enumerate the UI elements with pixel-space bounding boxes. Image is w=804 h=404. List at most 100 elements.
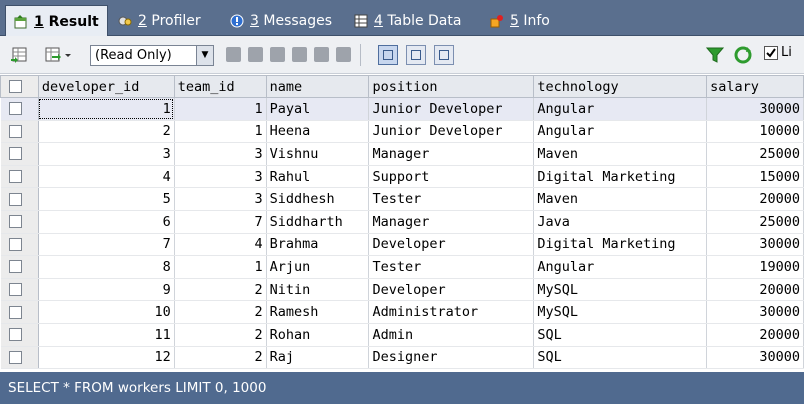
row-checkbox[interactable] [8,237,22,251]
table-cell[interactable]: 25000 [706,142,804,166]
refresh-icon[interactable] [734,46,752,64]
row-checkbox[interactable] [8,283,22,297]
table-row[interactable]: 12 2 Raj Designer SQL 30000 [0,346,804,370]
table-cell[interactable]: 7 [38,233,175,257]
table-cell[interactable]: 3 [174,187,267,211]
table-cell[interactable]: 5 [38,187,175,211]
table-cell[interactable]: Heena [266,120,370,144]
table-cell[interactable]: 25000 [706,210,804,234]
table-cell[interactable]: 20000 [706,187,804,211]
table-cell[interactable]: 4 [174,233,267,257]
select-all-checkbox[interactable] [9,80,22,93]
form-view-button[interactable] [406,45,426,65]
table-cell[interactable]: Rahul [266,165,370,189]
table-cell[interactable]: MySQL [533,278,708,302]
column-header[interactable]: team_id [173,75,267,98]
table-cell[interactable]: SQL [533,346,708,370]
table-cell[interactable]: Maven [533,142,708,166]
row-checkbox[interactable] [8,260,22,274]
row-select-cell[interactable] [0,142,39,166]
table-cell[interactable]: Manager [368,142,535,166]
table-cell[interactable]: 2 [174,346,267,370]
grid-mode-select[interactable]: (Read Only) ▼ [90,45,214,66]
table-cell[interactable]: Brahma [266,233,370,257]
table-cell[interactable]: Support [368,165,535,189]
row-select-cell[interactable] [0,120,39,144]
row-select-cell[interactable] [0,165,39,189]
table-row[interactable]: 9 2 Nitin Developer MySQL 20000 [0,278,804,302]
table-row[interactable]: 1 1 Payal Junior Developer Angular 30000 [0,97,804,121]
table-cell[interactable]: 30000 [706,97,804,121]
row-select-cell[interactable] [0,255,39,279]
table-cell[interactable]: Tester [368,187,535,211]
table-cell[interactable]: 20000 [706,278,804,302]
row-checkbox[interactable] [8,192,22,206]
insert-row-icon[interactable] [226,47,241,62]
table-cell[interactable]: Junior Developer [368,97,535,121]
column-header[interactable]: name [265,75,370,98]
table-cell[interactable]: 10000 [706,120,804,144]
row-select-cell[interactable] [0,233,39,257]
table-cell[interactable]: 15000 [706,165,804,189]
tab-messages[interactable]: 3 Messages [222,6,340,36]
row-select-cell[interactable] [0,97,39,121]
table-cell[interactable]: 2 [174,300,267,324]
table-cell[interactable]: Payal [266,97,370,121]
table-row[interactable]: 2 1 Heena Junior Developer Angular 10000 [0,120,804,144]
row-select-cell[interactable] [0,210,39,234]
table-cell[interactable]: 3 [174,165,267,189]
table-cell[interactable]: Designer [368,346,535,370]
tab-table-data[interactable]: 4 Table Data [346,6,469,36]
table-cell[interactable]: Ramesh [266,300,370,324]
table-row[interactable]: 3 3 Vishnu Manager Maven 25000 [0,142,804,166]
table-cell[interactable]: 2 [174,278,267,302]
table-row[interactable]: 7 4 Brahma Developer Digital Marketing 30000 [0,233,804,257]
table-cell[interactable]: 3 [174,142,267,166]
table-cell[interactable]: 30000 [706,300,804,324]
table-row[interactable]: 5 3 Siddhesh Tester Maven 20000 [0,187,804,211]
table-cell[interactable]: 4 [38,165,175,189]
table-cell[interactable]: Angular [533,120,708,144]
row-select-cell[interactable] [0,300,39,324]
table-cell[interactable]: 30000 [706,346,804,370]
table-cell[interactable]: 1 [174,97,267,121]
row-checkbox[interactable] [8,147,22,161]
row-checkbox[interactable] [8,215,22,229]
row-checkbox[interactable] [8,305,22,319]
tab-info[interactable]: 5 Info [482,6,558,36]
row-checkbox[interactable] [8,102,22,116]
table-cell[interactable]: Java [533,210,708,234]
table-cell[interactable]: Rohan [266,323,370,347]
table-cell[interactable]: 9 [38,278,175,302]
table-cell[interactable]: 7 [174,210,267,234]
table-cell[interactable]: Angular [533,97,708,121]
column-header[interactable]: technology [533,75,708,98]
table-cell[interactable]: 10 [38,300,175,324]
table-cell[interactable]: Arjun [266,255,370,279]
table-cell[interactable]: 20000 [706,323,804,347]
duplicate-row-icon[interactable] [248,47,263,62]
table-cell[interactable]: Nitin [266,278,370,302]
import-dropdown-icon[interactable] [44,46,72,64]
save-row-icon[interactable] [270,47,285,62]
table-cell[interactable]: 12 [38,346,175,370]
column-header[interactable]: salary [706,75,804,98]
tab-profiler[interactable]: 2 Profiler [110,6,209,36]
result-grid[interactable]: developer_id team_id name position techn… [0,75,804,372]
table-cell[interactable]: Manager [368,210,535,234]
row-checkbox[interactable] [8,124,22,138]
table-row[interactable]: 8 1 Arjun Tester Angular 19000 [0,255,804,279]
select-all-header[interactable] [0,75,39,98]
table-cell[interactable]: 8 [38,255,175,279]
column-header[interactable]: position [368,75,535,98]
tab-result[interactable]: 1 Result [5,5,108,37]
grid-view-button[interactable] [378,45,398,65]
column-header[interactable]: developer_id [37,75,175,98]
table-cell[interactable]: Vishnu [266,142,370,166]
table-cell[interactable]: Junior Developer [368,120,535,144]
table-row[interactable]: 4 3 Rahul Support Digital Marketing 15000 [0,165,804,189]
table-cell[interactable]: 2 [174,323,267,347]
delete-row-icon[interactable] [292,47,307,62]
table-cell[interactable]: 3 [38,142,175,166]
table-cell[interactable]: Admin [368,323,535,347]
